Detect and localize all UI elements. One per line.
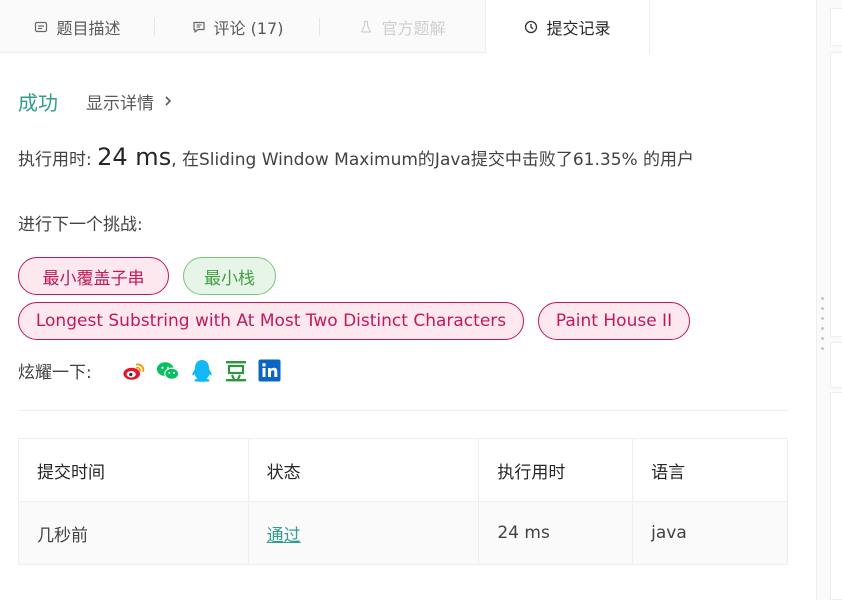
tab-label: 官方题解: [381, 18, 446, 38]
challenge-chip-paint-house-ii[interactable]: Paint House II: [538, 302, 690, 340]
next-challenge-heading: 进行下一个挑战:: [18, 215, 143, 235]
tab-comments[interactable]: 评论 (17): [155, 0, 320, 53]
right-panel-box: [830, 8, 842, 46]
linkedin-icon[interactable]: [258, 359, 282, 383]
wechat-icon[interactable]: [156, 359, 180, 383]
share-row: 炫耀一下:: [18, 358, 292, 383]
runtime-prefix: 执行用时:: [18, 150, 98, 170]
cell-runtime: 24 ms: [478, 501, 634, 565]
runtime-summary: 执行用时: 24 ms, 在Sliding Window Maximum的Jav…: [18, 143, 694, 171]
runtime-suffix: , 在Sliding Window Maximum的Java提交中击败了61.3…: [171, 150, 695, 170]
status-line: 成功 显示详情: [18, 87, 172, 116]
column-header-language: 语言: [632, 438, 788, 502]
right-panel-box: [830, 392, 842, 600]
tab-label: 题目描述: [56, 18, 121, 38]
cell-status: 通过: [247, 501, 480, 565]
clock-icon: [524, 20, 538, 34]
column-header-status: 状态: [247, 438, 480, 502]
column-header-submit-time: 提交时间: [18, 438, 249, 502]
tab-submissions[interactable]: 提交记录: [485, 0, 650, 54]
challenge-chip-min-window-substring[interactable]: 最小覆盖子串: [18, 257, 169, 295]
challenge-chip-longest-substring[interactable]: Longest Substring with At Most Two Disti…: [18, 302, 524, 340]
tab-solution[interactable]: 官方题解: [320, 0, 485, 53]
tab-label: 评论 (17): [213, 18, 284, 38]
table-row: 几秒前 通过 24 ms java: [18, 501, 788, 565]
status-link[interactable]: 通过: [267, 526, 301, 546]
show-details-label: 显示详情: [86, 94, 154, 114]
chevron-right-icon: [164, 92, 172, 111]
share-label: 炫耀一下:: [18, 363, 92, 383]
show-details-link[interactable]: 显示详情: [86, 89, 172, 114]
divider: [18, 410, 788, 411]
table-header-row: 提交时间 状态 执行用时 语言: [18, 438, 788, 502]
result-status: 成功: [18, 91, 58, 115]
submission-table: 提交时间 状态 执行用时 语言 几秒前 通过 24 ms java: [18, 438, 788, 565]
douban-icon[interactable]: [224, 359, 248, 383]
tab-bar: 题目描述 评论 (17) 官方题解 提交记录: [0, 0, 650, 54]
cell-language: java: [632, 501, 788, 565]
cell-submit-time: 几秒前: [18, 501, 249, 565]
qq-icon[interactable]: [190, 359, 214, 383]
flask-icon: [359, 20, 373, 34]
comment-icon: [192, 20, 206, 34]
share-icons: [122, 359, 292, 383]
weibo-icon[interactable]: [122, 359, 146, 383]
runtime-value: 24 ms: [97, 143, 172, 171]
column-header-runtime: 执行用时: [478, 438, 634, 502]
right-panel-box: [830, 342, 842, 388]
resize-handle[interactable]: [820, 297, 826, 357]
tab-label: 提交记录: [546, 19, 611, 38]
challenge-chip-min-stack[interactable]: 最小栈: [183, 257, 276, 295]
description-icon: [34, 20, 48, 34]
right-panel-box: [830, 52, 842, 337]
tab-description[interactable]: 题目描述: [0, 0, 155, 53]
